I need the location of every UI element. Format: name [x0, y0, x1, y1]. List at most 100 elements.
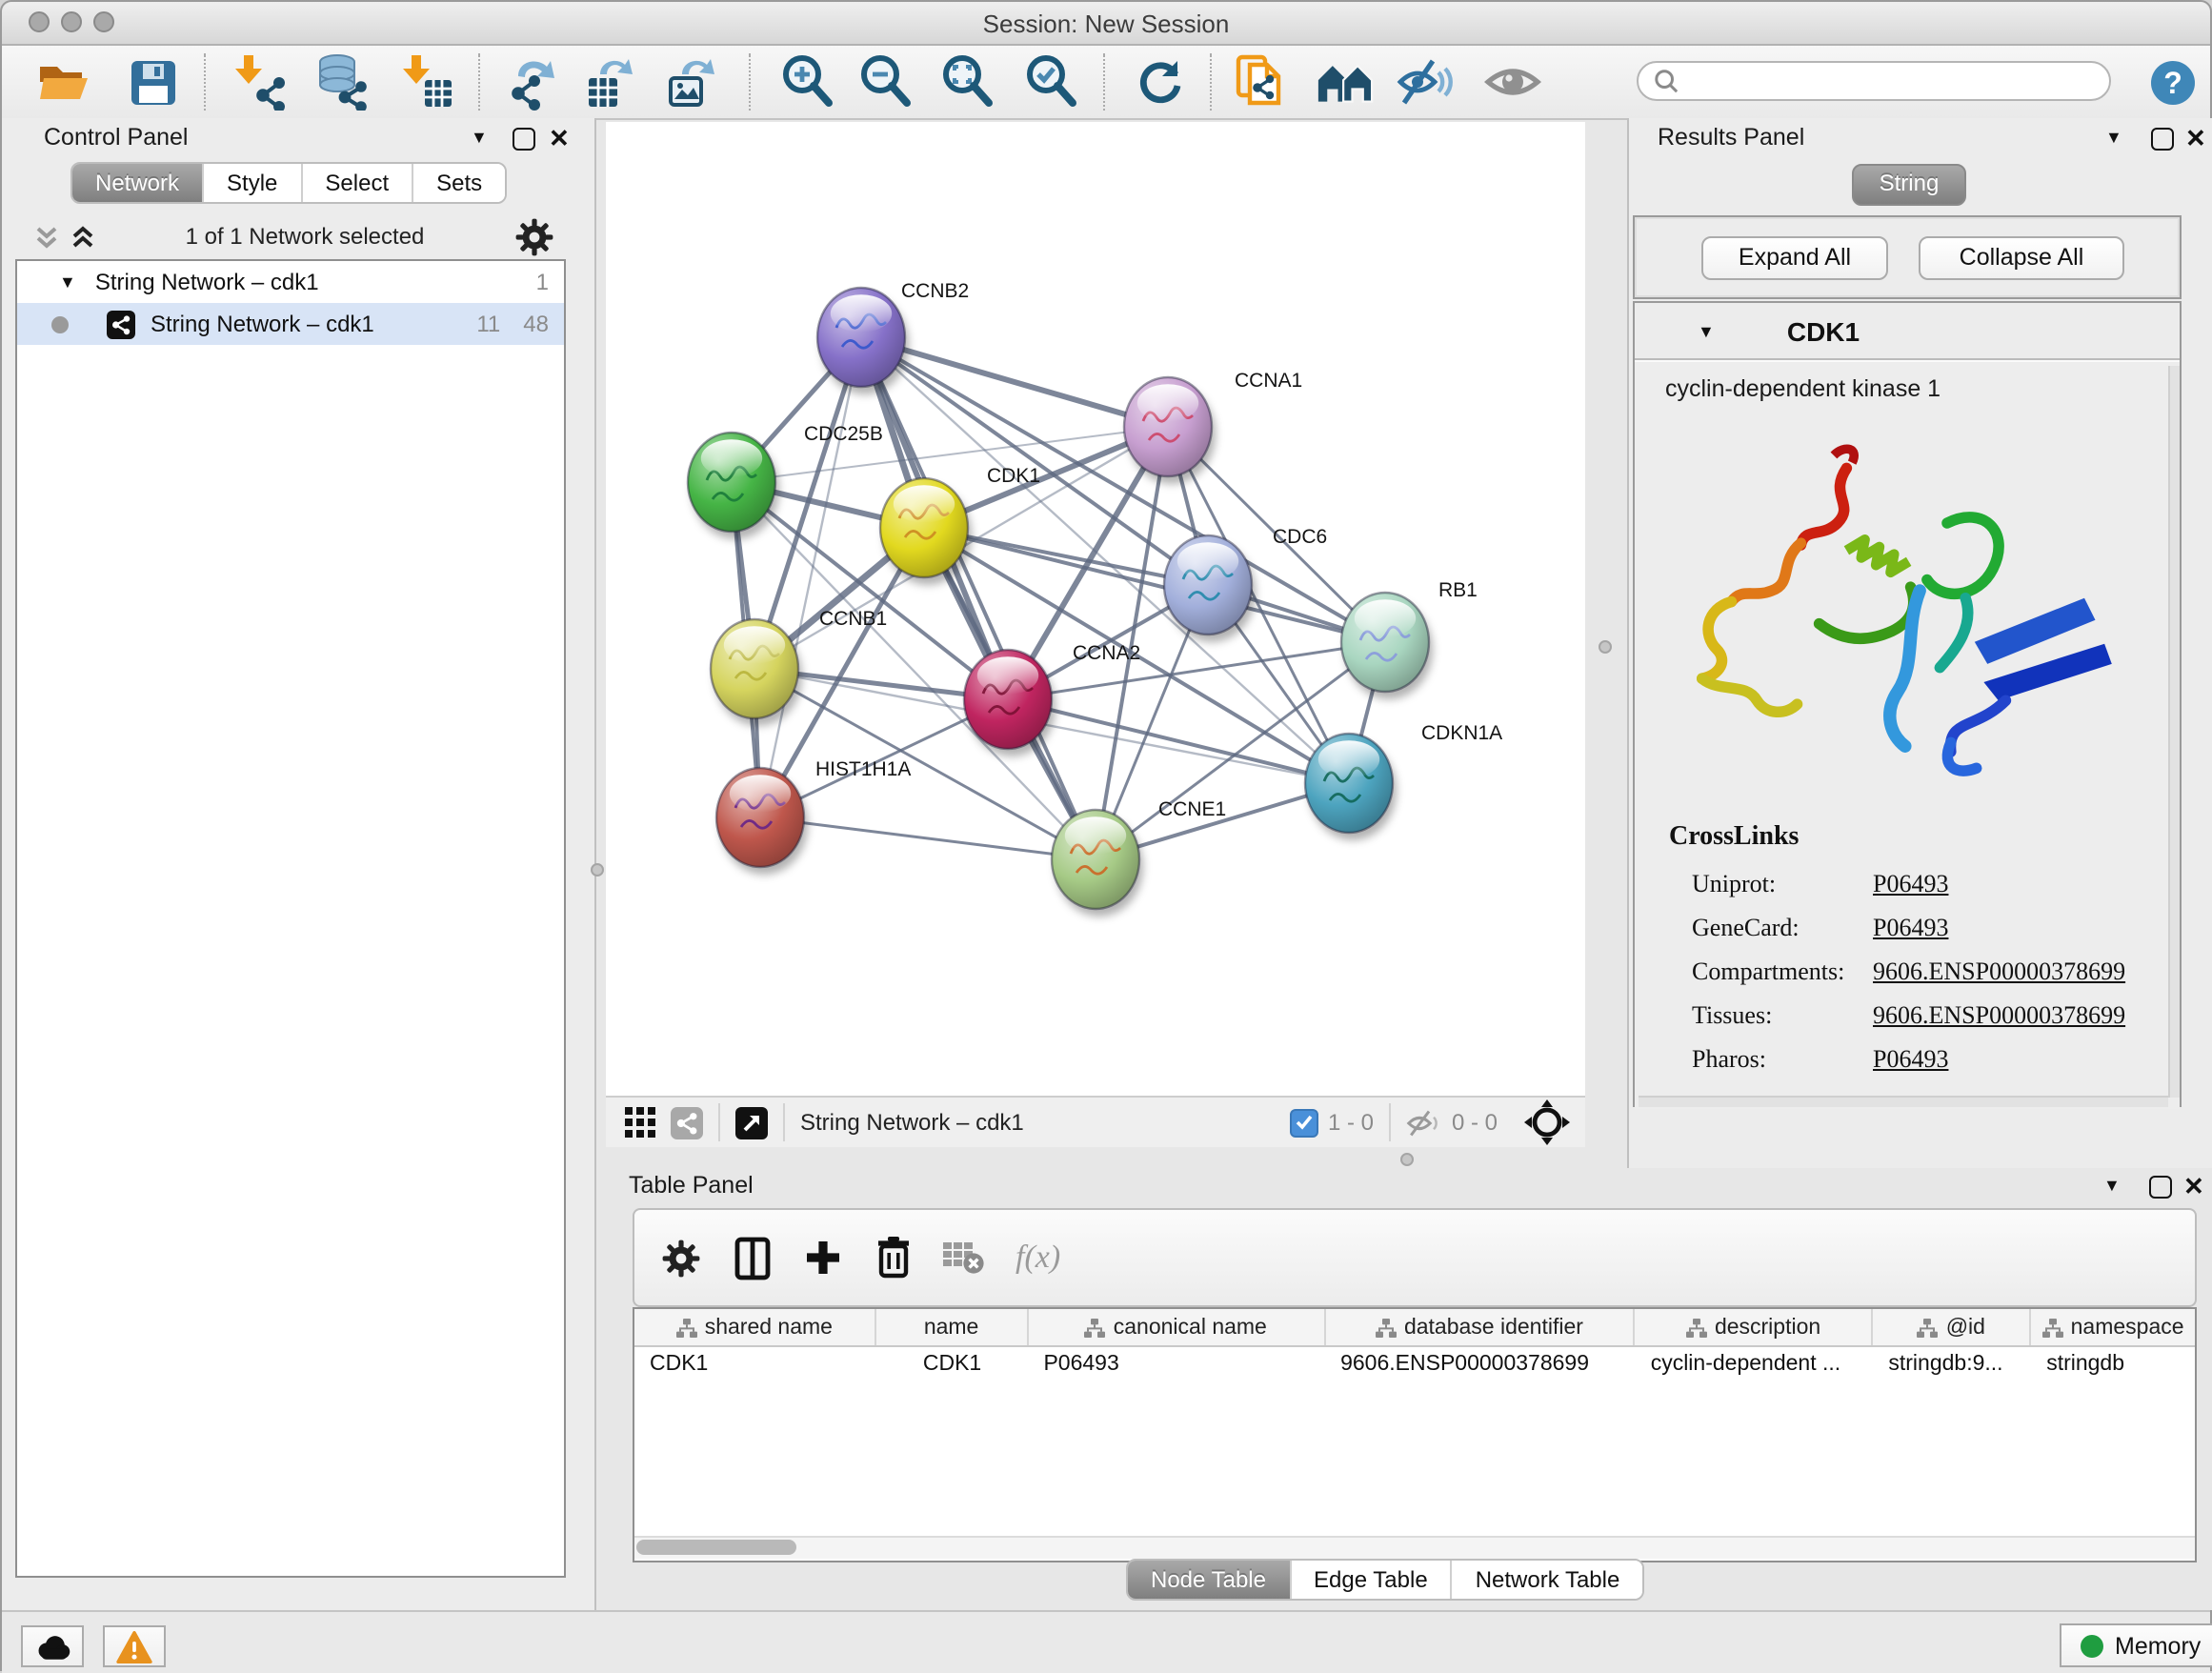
export-image-button[interactable] — [663, 53, 720, 111]
help-button[interactable]: ? — [2143, 53, 2201, 111]
column-header[interactable]: shared name — [634, 1309, 876, 1345]
network-tree: ▼ String Network – cdk1 1 String Network… — [15, 259, 566, 1578]
control-panel-close-icon[interactable]: ✕ — [549, 130, 570, 149]
table-horizontal-scrollbar[interactable] — [634, 1536, 2195, 1559]
table-gear-icon[interactable] — [661, 1238, 701, 1278]
network-node-CDK1[interactable]: CDK1 — [880, 465, 1040, 585]
column-header[interactable]: @id — [1873, 1309, 2031, 1345]
table-row[interactable]: CDK1 CDK1 P06493 9606.ENSP00000378699 cy… — [634, 1347, 2195, 1385]
tab-node-table[interactable]: Node Table — [1128, 1561, 1291, 1599]
fit-content-target-icon[interactable] — [1524, 1099, 1570, 1145]
pharos-link[interactable]: P06493 — [1873, 1044, 1948, 1075]
results-panel-close-icon[interactable]: ✕ — [2185, 130, 2206, 149]
protein-card-header[interactable]: ▼ CDK1 — [1635, 303, 2180, 360]
results-panel-float-icon[interactable] — [2151, 128, 2174, 151]
scrollbar-thumb[interactable] — [636, 1540, 796, 1555]
genecard-link[interactable]: P06493 — [1873, 913, 1948, 943]
export-network-button[interactable] — [501, 53, 558, 111]
selected-checkbox-icon[interactable] — [1290, 1108, 1318, 1137]
tab-string[interactable]: String — [1852, 164, 1966, 206]
hidden-eye-slash-icon — [1406, 1108, 1442, 1137]
column-header[interactable]: database identifier — [1325, 1309, 1636, 1345]
tree-expand-icon[interactable]: ▼ — [59, 272, 76, 292]
import-table-button[interactable] — [398, 53, 455, 111]
network-edge[interactable] — [760, 337, 861, 817]
show-hide-eye-button[interactable] — [1484, 53, 1541, 111]
left-splitter-handle[interactable] — [591, 863, 604, 877]
tissues-link[interactable]: 9606.ENSP00000378699 — [1873, 1000, 2125, 1031]
expand-all-button[interactable]: Expand All — [1701, 236, 1888, 280]
delete-table-icon[interactable] — [943, 1240, 985, 1275]
results-horizontal-scrollbar[interactable] — [1639, 1096, 2168, 1107]
network-node-CCNE1[interactable]: CCNE1 — [1052, 798, 1226, 917]
gear-icon[interactable] — [514, 216, 554, 256]
warnings-button[interactable] — [103, 1625, 166, 1667]
network-node-CCNB2[interactable]: CCNB2 — [817, 280, 969, 394]
search-input[interactable] — [1637, 61, 2111, 101]
network-node-CDKN1A[interactable]: CDKN1A — [1305, 722, 1502, 840]
control-panel-menu-icon[interactable]: ▼ — [471, 128, 488, 147]
right-splitter-handle[interactable] — [1599, 640, 1612, 654]
network-edge[interactable] — [861, 337, 1096, 859]
protein-collapse-icon[interactable]: ▼ — [1698, 321, 1715, 340]
export-table-button[interactable] — [581, 53, 638, 111]
network-view-share-icon[interactable] — [671, 1106, 703, 1139]
zoom-in-button[interactable] — [779, 53, 836, 111]
network-row[interactable]: String Network – cdk1 11 48 — [17, 303, 564, 345]
tab-network-table[interactable]: Network Table — [1453, 1561, 1643, 1599]
network-node-CDC6[interactable]: CDC6 — [1164, 526, 1327, 642]
hide-annotations-button[interactable] — [1397, 53, 1454, 111]
tab-network[interactable]: Network — [72, 164, 204, 202]
network-node-CCNA1[interactable]: CCNA1 — [1124, 370, 1302, 484]
table-panel-float-icon[interactable] — [2149, 1176, 2172, 1199]
network-node-RB1[interactable]: RB1 — [1341, 579, 1478, 699]
cloud-button[interactable] — [21, 1625, 84, 1667]
tab-edge-table[interactable]: Edge Table — [1291, 1561, 1453, 1599]
zoom-selected-button[interactable] — [1023, 53, 1080, 111]
open-session-button[interactable] — [34, 53, 91, 111]
expand-all-icon[interactable] — [70, 224, 95, 249]
tab-style[interactable]: Style — [204, 164, 302, 202]
import-network-from-database-button[interactable] — [312, 53, 370, 111]
bottom-splitter-handle[interactable] — [1400, 1153, 1414, 1166]
delete-column-trash-icon[interactable] — [875, 1235, 913, 1280]
network-node-CDC25B[interactable]: CDC25B — [688, 423, 883, 539]
show-columns-icon[interactable] — [734, 1236, 772, 1280]
network-node-CCNB1[interactable]: CCNB1 — [711, 608, 887, 726]
shared-column-icon — [1918, 1318, 1939, 1337]
zoom-fit-button[interactable] — [939, 53, 996, 111]
collapse-all-icon[interactable] — [34, 224, 59, 249]
uniprot-link[interactable]: P06493 — [1873, 869, 1948, 899]
network-collection-row[interactable]: ▼ String Network – cdk1 1 — [17, 261, 564, 303]
save-session-button[interactable] — [124, 53, 181, 111]
tab-select[interactable]: Select — [302, 164, 413, 202]
function-builder-icon[interactable]: f(x) — [1016, 1239, 1060, 1277]
compartments-link[interactable]: 9606.ENSP00000378699 — [1873, 957, 2125, 987]
control-panel-float-icon[interactable] — [513, 128, 535, 151]
column-header[interactable]: canonical name — [1029, 1309, 1326, 1345]
column-header[interactable]: name — [876, 1309, 1029, 1345]
network-edge[interactable] — [760, 817, 1096, 859]
column-header[interactable]: description — [1636, 1309, 1874, 1345]
node-table[interactable]: shared name name canonical name database… — [633, 1307, 2197, 1562]
column-header[interactable]: namespace — [2031, 1309, 2195, 1345]
tab-sets[interactable]: Sets — [413, 164, 505, 202]
selected-node-edge-counts: 1 - 0 — [1328, 1109, 1374, 1136]
home-networks-button[interactable] — [1317, 53, 1374, 111]
network-canvas[interactable]: CCNB2CCNA1CDC25BCDK1CDC6RB1CCNB1CCNA2CDK… — [606, 122, 1585, 1096]
add-column-icon[interactable] — [804, 1239, 842, 1277]
table-panel-menu-icon[interactable]: ▼ — [2103, 1176, 2121, 1195]
detach-view-icon[interactable] — [735, 1106, 768, 1139]
collapse-all-button[interactable]: Collapse All — [1919, 236, 2124, 280]
table-panel-close-icon[interactable]: ✕ — [2183, 1178, 2204, 1197]
import-network-button[interactable] — [231, 53, 288, 111]
network-node-HIST1H1A[interactable]: HIST1H1A — [716, 758, 911, 875]
protein-structure-image — [1673, 419, 2130, 810]
results-panel-menu-icon[interactable]: ▼ — [2105, 128, 2122, 147]
results-vertical-scrollbar[interactable] — [2168, 366, 2180, 1098]
zoom-out-button[interactable] — [857, 53, 915, 111]
refresh-view-button[interactable] — [1132, 53, 1189, 111]
copy-network-button[interactable] — [1233, 53, 1290, 111]
grid-view-icon[interactable] — [625, 1107, 655, 1138]
memory-button[interactable]: Memory — [2060, 1623, 2212, 1667]
